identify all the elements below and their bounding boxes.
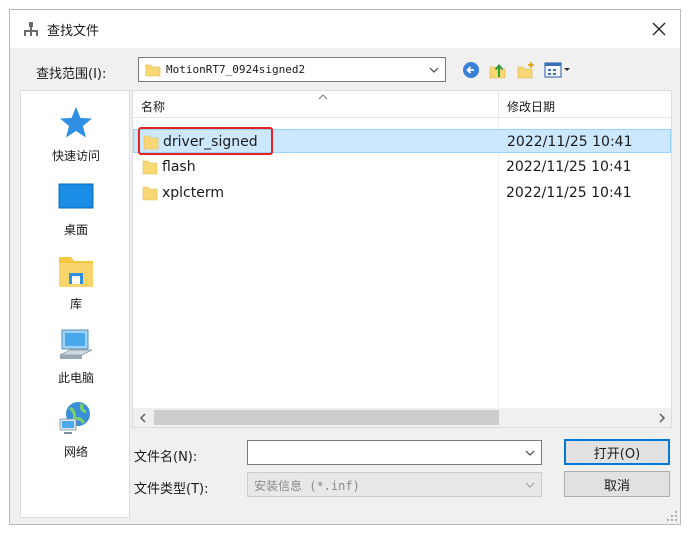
close-button[interactable] [644,14,674,44]
file-row-xplcterm[interactable]: xplcterm 2022/11/25 10:41 [133,181,671,205]
app-icon [24,22,38,36]
scrollbar-thumb[interactable] [154,410,499,425]
file-row-driver-signed[interactable]: driver_signed 2022/11/25 10:41 [133,129,671,153]
file-type-combobox[interactable]: 安装信息 (*.inf) [247,472,542,497]
file-name: driver_signed [163,134,258,150]
new-folder-button[interactable] [516,61,536,79]
title-bar: 查找文件 [10,10,680,48]
column-header-row: 名称 修改日期 [133,91,671,118]
file-name-label: 文件名(N): [134,450,198,465]
file-type-value: 安装信息 (*.inf) [254,479,360,493]
file-date: 2022/11/25 10:41 [506,185,632,201]
place-label: 快速访问 [51,149,100,163]
chevron-down-icon [525,482,535,488]
sort-ascending-icon [318,94,328,100]
scroll-right-button[interactable] [652,408,671,427]
place-label: 桌面 [63,223,88,237]
open-button[interactable]: 打开(O) [564,439,670,465]
back-button[interactable] [462,61,482,79]
place-label: 此电脑 [57,371,94,385]
horizontal-scrollbar[interactable] [133,408,671,427]
file-list[interactable]: 名称 修改日期 driver_signed 2022/11/25 10:41 f… [132,90,672,428]
column-separator[interactable] [498,91,499,118]
up-folder-button[interactable] [488,61,508,79]
file-row-flash[interactable]: flash 2022/11/25 10:41 [133,155,671,179]
place-desktop[interactable]: 桌面 [21,177,131,247]
place-network[interactable]: 网络 [21,399,131,469]
folder-icon [142,186,158,201]
folder-icon [145,64,161,77]
place-this-pc[interactable]: 此电脑 [21,325,131,395]
file-name: flash [162,159,196,175]
library-icon [59,257,93,287]
resize-grip-icon[interactable] [666,510,678,522]
window-title: 查找文件 [47,24,100,39]
place-label: 库 [69,297,82,311]
scroll-left-button[interactable] [133,408,152,427]
place-library[interactable]: 库 [21,251,131,321]
close-icon [652,22,666,36]
star-icon [60,107,92,138]
computer-icon [59,329,93,359]
file-date: 2022/11/25 10:41 [507,134,633,150]
look-in-combobox[interactable]: MotionRT7_0924signed2 [138,57,446,82]
file-name-input[interactable] [247,440,542,465]
chevron-left-icon [139,413,145,422]
place-quick-access[interactable]: 快速访问 [21,103,131,173]
look-in-label: 查找范围(I): [36,67,107,82]
file-type-label: 文件类型(T): [134,482,209,497]
place-label: 网络 [63,445,88,459]
find-file-dialog: 查找文件 查找范围(I): MotionRT7_0924signed2 快速访问… [9,9,681,525]
column-header-name[interactable]: 名称 [141,98,165,115]
chevron-right-icon [659,413,665,422]
chevron-down-icon [429,67,439,73]
folder-icon [143,135,159,150]
cancel-button[interactable]: 取消 [564,471,670,497]
column-header-date[interactable]: 修改日期 [507,98,555,115]
chevron-down-icon[interactable] [525,450,535,456]
file-date: 2022/11/25 10:41 [506,159,632,175]
places-bar: 快速访问 桌面 库 此电脑 网络 [20,90,130,518]
network-icon [59,402,90,434]
desktop-icon [58,183,94,209]
view-menu-button[interactable] [544,61,572,79]
folder-icon [142,160,158,175]
file-name: xplcterm [162,185,225,201]
look-in-value: MotionRT7_0924signed2 [166,63,306,76]
